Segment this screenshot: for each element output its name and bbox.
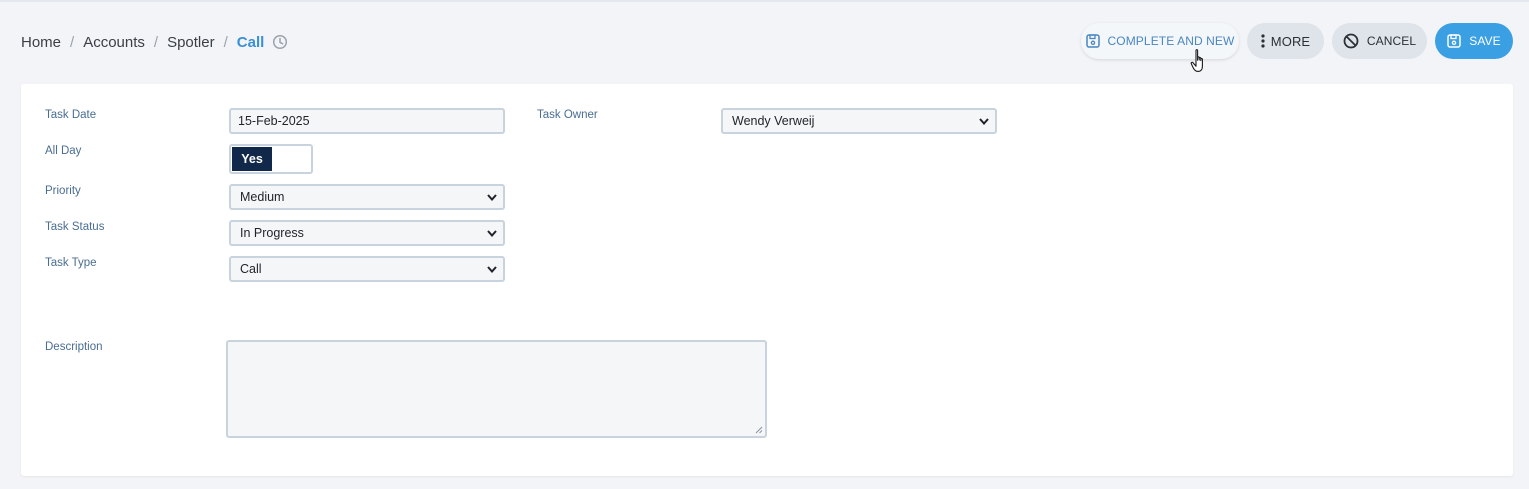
task-owner-label: Task Owner [537, 109, 598, 121]
task-owner-select[interactable]: Wendy Verweij [721, 108, 997, 134]
task-type-label: Task Type [45, 257, 97, 269]
hand-pointer-cursor-icon [1190, 49, 1203, 72]
all-day-toggle-on: Yes [232, 147, 272, 171]
breadcrumb-accounts[interactable]: Accounts [83, 34, 145, 51]
complete-and-new-label: COMPLETE AND NEW [1107, 34, 1235, 48]
more-label: MORE [1270, 33, 1311, 49]
priority-value: Medium [240, 190, 285, 204]
task-type-value: Call [240, 262, 262, 276]
breadcrumb-separator: / [70, 33, 75, 51]
vertical-dots-icon [1261, 34, 1265, 48]
clock-history-icon[interactable] [272, 34, 288, 50]
task-type-select[interactable]: Call [229, 256, 505, 282]
breadcrumb: Home / Accounts / Spotler / Call [21, 32, 288, 52]
save-label: SAVE [1469, 34, 1501, 48]
resize-grip-icon[interactable] [755, 426, 763, 434]
breadcrumb-separator: / [223, 33, 228, 51]
task-date-label: Task Date [45, 109, 97, 121]
priority-label: Priority [45, 185, 81, 197]
chevron-down-icon [487, 229, 497, 237]
task-date-input[interactable]: 15-Feb-2025 [229, 108, 505, 134]
more-button[interactable]: MORE [1247, 23, 1324, 59]
complete-and-new-button[interactable]: COMPLETE AND NEW [1081, 23, 1239, 59]
task-status-label: Task Status [45, 221, 105, 233]
chevron-down-icon [979, 117, 989, 125]
all-day-toggle[interactable]: Yes [229, 144, 313, 174]
description-label: Description [45, 341, 103, 353]
task-status-value: In Progress [240, 226, 304, 240]
chevron-down-icon [487, 265, 497, 273]
cancel-label: CANCEL [1366, 34, 1417, 48]
task-date-value: 15-Feb-2025 [238, 114, 310, 128]
save-button[interactable]: SAVE [1435, 23, 1513, 59]
cancel-button[interactable]: CANCEL [1332, 23, 1427, 59]
prohibited-icon [1343, 33, 1359, 49]
task-form-card: Task Date 15-Feb-2025 Task Owner Wendy V… [21, 84, 1513, 476]
priority-select[interactable]: Medium [229, 184, 505, 210]
breadcrumb-spotler[interactable]: Spotler [167, 34, 215, 51]
floppy-disk-icon [1085, 34, 1100, 48]
breadcrumb-current: Call [236, 33, 265, 51]
floppy-disk-icon [1447, 34, 1461, 48]
all-day-label: All Day [45, 145, 82, 157]
breadcrumb-home[interactable]: Home [21, 34, 61, 51]
task-owner-value: Wendy Verweij [732, 114, 815, 128]
chevron-down-icon [487, 193, 497, 201]
description-textarea[interactable] [226, 340, 767, 438]
task-status-select[interactable]: In Progress [229, 220, 505, 246]
breadcrumb-separator: / [153, 33, 159, 51]
top-divider [0, 0, 1529, 2]
